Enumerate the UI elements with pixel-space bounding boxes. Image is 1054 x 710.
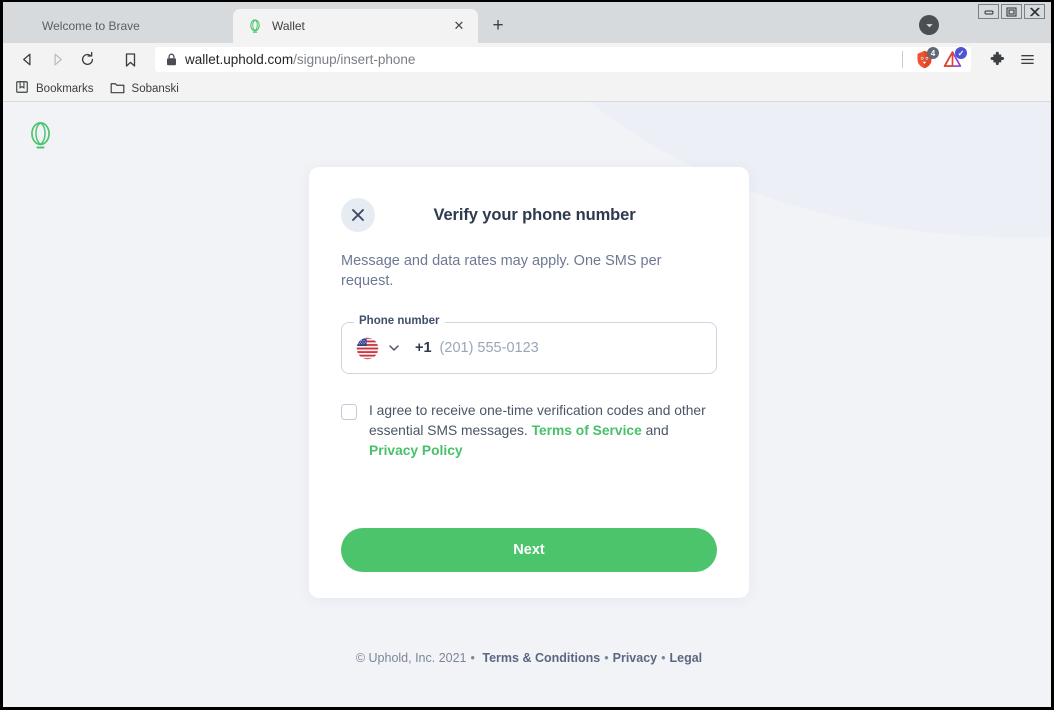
new-tab-button[interactable]: +: [484, 12, 512, 40]
back-arrow-icon[interactable]: [13, 47, 41, 73]
country-dial-code: +1: [415, 340, 432, 356]
bookmark-icon[interactable]: [116, 47, 144, 73]
divider: [902, 51, 903, 68]
url-text: wallet.uphold.com/signup/insert-phone: [185, 52, 894, 67]
next-button[interactable]: Next: [341, 528, 717, 572]
close-icon[interactable]: [341, 198, 375, 232]
lock-icon: [166, 53, 177, 66]
tab-wallet[interactable]: Wallet ✕: [233, 9, 478, 43]
brave-shields-icon[interactable]: 4: [914, 47, 939, 70]
bookmarks-bar: Bookmarks Sobanski: [3, 76, 1051, 102]
page-footer: © Uphold, Inc. 2021 • Terms & Conditions •…: [309, 651, 749, 665]
hamburger-menu-icon[interactable]: [1013, 47, 1041, 73]
country-chevron-down-icon[interactable]: [387, 341, 401, 355]
phone-number-input[interactable]: [439, 340, 702, 356]
us-flag-icon[interactable]: [356, 337, 379, 360]
navigation-toolbar: wallet.uphold.com/signup/insert-phone 4: [3, 43, 1051, 76]
folder-icon: [110, 81, 125, 97]
close-button[interactable]: [1024, 4, 1045, 19]
sms-consent-checkbox[interactable]: [341, 404, 357, 420]
bullet-separator: •: [661, 651, 666, 665]
footer-legal-link[interactable]: Legal: [670, 651, 703, 665]
footer-privacy-link[interactable]: Privacy: [613, 651, 657, 665]
globe-icon: [17, 18, 33, 34]
uphold-logo[interactable]: [27, 120, 54, 159]
tab-title: Wallet: [272, 19, 305, 33]
sms-consent-text: I agree to receive one-time verification…: [369, 401, 717, 461]
toolbar-right-actions: [983, 47, 1041, 73]
bookmark-label: Bookmarks: [36, 82, 94, 95]
card-subtitle: Message and data rates may apply. One SM…: [341, 253, 662, 289]
bullet-separator: •: [604, 651, 609, 665]
uphold-balloon-icon: [247, 18, 263, 34]
url-path: /signup/insert-phone: [293, 52, 416, 67]
tab-strip: Welcome to Brave Wallet ✕ +: [3, 2, 1051, 43]
sms-consent-row: I agree to receive one-time verification…: [341, 401, 717, 461]
puzzle-piece-icon[interactable]: [983, 47, 1011, 73]
terms-of-service-link[interactable]: Terms of Service: [532, 423, 642, 438]
forward-arrow-icon: [43, 47, 71, 73]
brave-rewards-icon[interactable]: ✓: [942, 47, 967, 70]
address-bar[interactable]: wallet.uphold.com/signup/insert-phone 4: [155, 47, 971, 72]
phone-field-label: Phone number: [354, 315, 445, 327]
page-content: Verify your phone number Message and dat…: [3, 102, 1051, 707]
browser-window: Welcome to Brave Wallet ✕ + wallet.uphol…: [0, 0, 1054, 710]
bookmark-label: Sobanski: [131, 82, 179, 95]
url-domain: wallet.uphold.com: [185, 52, 294, 67]
copyright-text: © Uphold, Inc. 2021: [355, 651, 467, 665]
close-tab-icon[interactable]: ✕: [450, 17, 468, 35]
reload-icon[interactable]: [73, 47, 101, 73]
footer-terms-link[interactable]: Terms & Conditions: [482, 651, 600, 665]
bullet-separator: •: [470, 651, 475, 665]
bookmark-item-bookmarks[interactable]: Bookmarks: [15, 80, 94, 97]
extension-icons: 4 ✓: [914, 47, 967, 70]
privacy-policy-link[interactable]: Privacy Policy: [369, 443, 463, 458]
shields-badge-count: 4: [927, 47, 939, 59]
card-header: Verify your phone number: [341, 198, 717, 232]
verify-phone-card: Verify your phone number Message and dat…: [309, 167, 749, 598]
phone-number-field[interactable]: Phone number +1 (201) 555-0123: [341, 315, 717, 374]
tab-title: Welcome to Brave: [42, 19, 140, 33]
tab-welcome-to-brave[interactable]: Welcome to Brave: [3, 9, 233, 43]
book-icon: [15, 80, 29, 97]
page-title: Verify your phone number: [433, 205, 636, 224]
window-controls: [978, 4, 1045, 19]
minimize-button[interactable]: [978, 4, 999, 19]
rewards-badge-check: ✓: [955, 47, 967, 59]
maximize-button[interactable]: [1001, 4, 1022, 19]
bookmark-item-sobanski[interactable]: Sobanski: [110, 81, 179, 97]
consent-text-and: and: [641, 423, 669, 438]
chevron-down-icon[interactable]: [919, 15, 939, 35]
